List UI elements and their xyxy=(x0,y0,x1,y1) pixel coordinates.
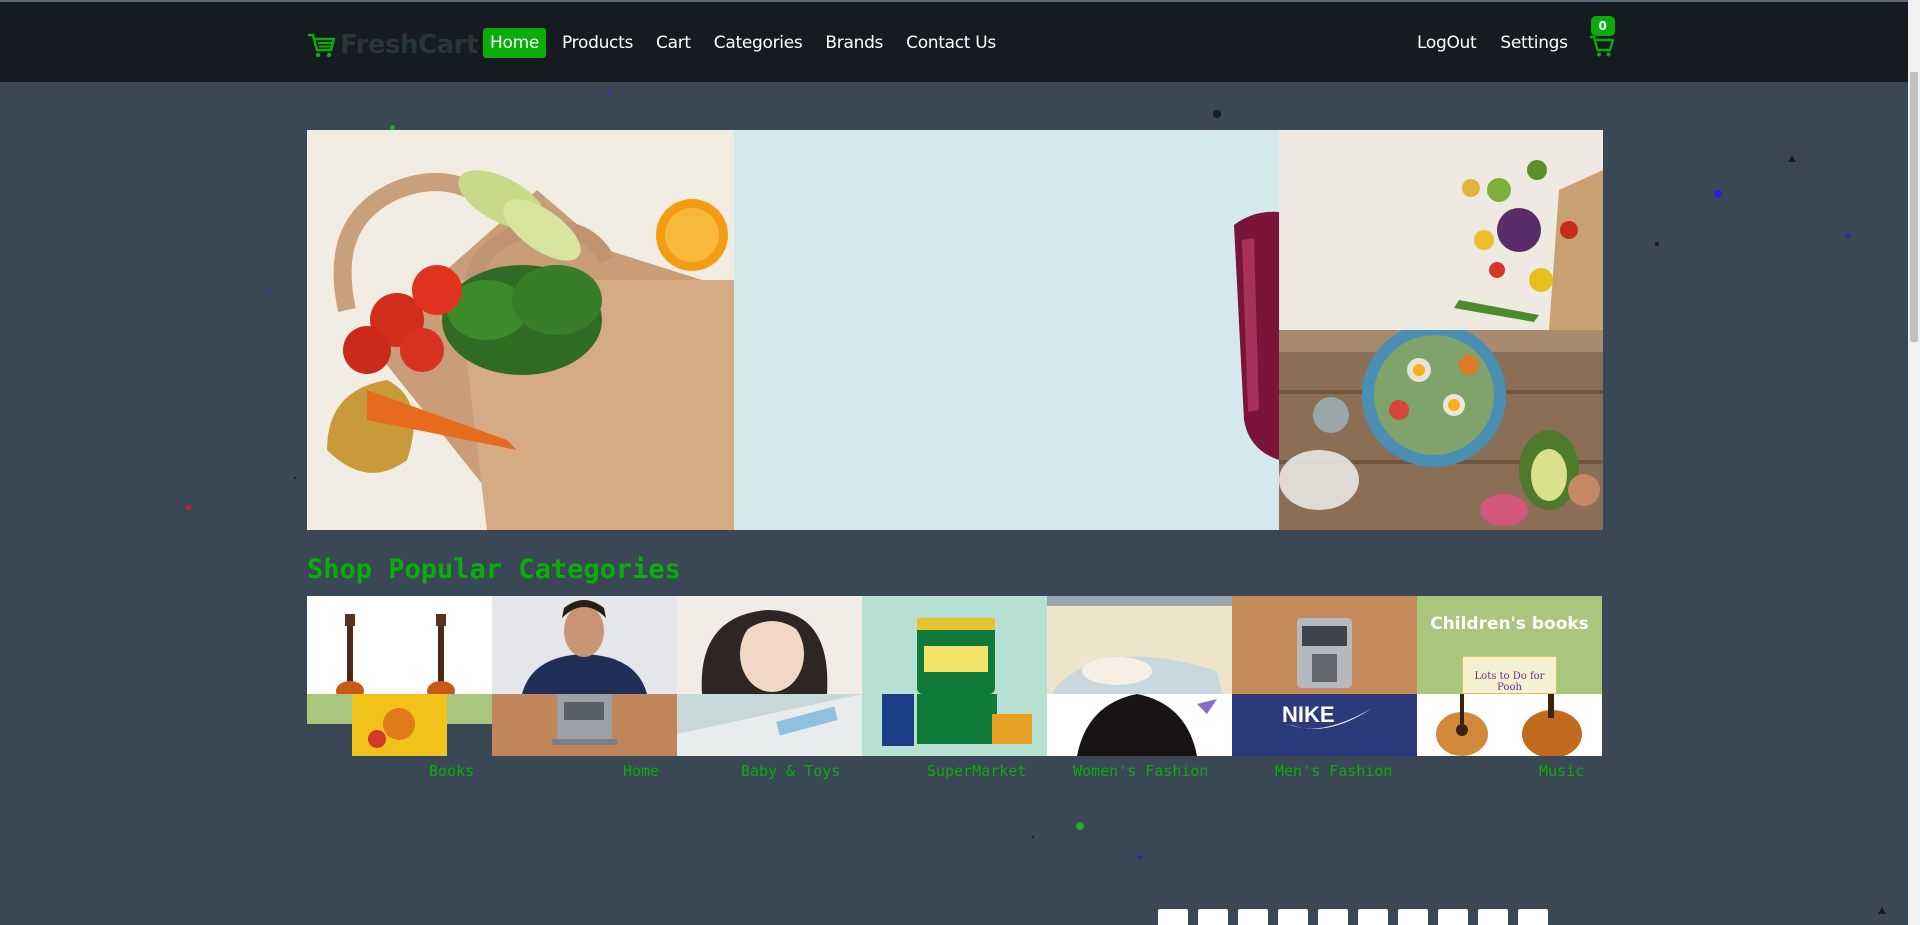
category-image: Children's books Lots to Do for Pooh xyxy=(1417,596,1602,694)
background-particle xyxy=(1655,242,1659,246)
hero-slider[interactable] xyxy=(307,130,1279,530)
bottle-illustration xyxy=(734,130,1279,530)
category-label[interactable]: SuperMarket xyxy=(927,762,1026,780)
carousel-dot[interactable] xyxy=(1278,909,1308,925)
category-tile-womens-fashion[interactable] xyxy=(1047,596,1232,760)
brand-name: FreshCart xyxy=(340,30,478,60)
category-tile-home[interactable] xyxy=(492,596,677,760)
background-particle xyxy=(1714,190,1722,198)
carousel-dot[interactable] xyxy=(1438,909,1468,925)
grocery-bag-image xyxy=(307,130,734,530)
category-label[interactable]: Music xyxy=(1539,762,1584,780)
background-particle xyxy=(1788,155,1796,162)
salad-banner-image[interactable] xyxy=(1279,330,1603,530)
category-image xyxy=(1232,596,1417,694)
settings-link[interactable]: Settings xyxy=(1493,28,1574,58)
cart-count-badge: 0 xyxy=(1590,16,1615,36)
category-image xyxy=(1047,694,1232,756)
category-image xyxy=(492,596,677,694)
cart-button[interactable]: 0 xyxy=(1589,16,1617,58)
background-particle xyxy=(1076,822,1084,830)
category-image: NIKE xyxy=(1232,694,1417,756)
background-particle xyxy=(186,505,191,510)
nav-cart-link[interactable]: Cart xyxy=(649,28,698,58)
childrens-books-banner-text: Children's books xyxy=(1430,614,1589,634)
category-tile-books[interactable] xyxy=(307,596,492,760)
shopping-cart-icon xyxy=(308,33,336,58)
nav-links: Home Products Cart Categories Brands Con… xyxy=(483,28,1012,58)
category-tile-baby-toys[interactable] xyxy=(677,596,862,760)
nav-home-link[interactable]: Home xyxy=(483,28,547,58)
background-particle xyxy=(1138,855,1142,859)
category-image xyxy=(492,694,677,756)
scrollbar-thumb[interactable] xyxy=(1910,72,1918,342)
carousel-dot[interactable] xyxy=(1398,909,1428,925)
background-particle xyxy=(1878,907,1886,914)
shopping-cart-icon xyxy=(1589,35,1614,57)
category-image xyxy=(862,596,1047,694)
background-particle xyxy=(294,477,296,479)
category-label[interactable]: Women's Fashion xyxy=(1073,762,1208,780)
carousel-dot[interactable] xyxy=(1158,909,1188,925)
category-image xyxy=(1417,694,1602,756)
navbar: FreshCart Home Products Cart Categories … xyxy=(0,2,1908,82)
carousel-dot[interactable] xyxy=(1358,909,1388,925)
nav-products-link[interactable]: Products xyxy=(555,28,640,58)
brand-logo[interactable]: FreshCart xyxy=(306,29,478,61)
carousel-pager xyxy=(1158,909,1548,925)
category-label[interactable]: Books xyxy=(429,762,474,780)
nav-right: LogOut Settings 0 xyxy=(1410,16,1617,58)
pooh-book-title: Lots to Do for Pooh xyxy=(1474,671,1545,693)
logout-link[interactable]: LogOut xyxy=(1410,28,1483,58)
carousel-dot[interactable] xyxy=(1198,909,1228,925)
category-tile-music[interactable]: Children's books Lots to Do for Pooh xyxy=(1417,596,1602,760)
carousel-dot[interactable] xyxy=(1518,909,1548,925)
carousel-dot[interactable] xyxy=(1238,909,1268,925)
nav-contact-link[interactable]: Contact Us xyxy=(899,28,1003,58)
category-tile-mens-fashion[interactable]: NIKE xyxy=(1232,596,1417,760)
vegetables-illustration xyxy=(1279,130,1603,330)
category-image xyxy=(1047,596,1232,694)
category-image xyxy=(677,694,862,756)
category-image xyxy=(862,694,1047,756)
categories-carousel[interactable]: NIKE Children's books Lots to Do for Poo… xyxy=(307,596,1603,780)
category-image xyxy=(307,596,492,694)
category-image xyxy=(307,694,492,756)
section-title: Shop Popular Categories xyxy=(307,554,681,585)
vegetables-banner-image[interactable] xyxy=(1279,130,1603,330)
background-particle xyxy=(1213,110,1221,118)
nav-brands-link[interactable]: Brands xyxy=(818,28,890,58)
category-label[interactable]: Men's Fashion xyxy=(1275,762,1392,780)
promo-slide-image xyxy=(734,130,1279,530)
nike-logo-text: NIKE xyxy=(1282,702,1335,727)
grocery-bag-illustration xyxy=(307,130,734,530)
category-image xyxy=(677,596,862,694)
background-particle xyxy=(1846,233,1850,237)
category-tile-supermarket[interactable] xyxy=(862,596,1047,760)
background-particle xyxy=(607,92,610,95)
category-label[interactable]: Home xyxy=(623,762,659,780)
salad-bowl-illustration xyxy=(1279,330,1603,530)
pooh-book-cover: Lots to Do for Pooh xyxy=(1462,656,1557,694)
background-particle xyxy=(268,291,271,294)
carousel-dot[interactable] xyxy=(1318,909,1348,925)
category-label[interactable]: Baby & Toys xyxy=(741,762,840,780)
nav-categories-link[interactable]: Categories xyxy=(707,28,810,58)
carousel-dot[interactable] xyxy=(1478,909,1508,925)
background-particle xyxy=(1032,836,1034,838)
